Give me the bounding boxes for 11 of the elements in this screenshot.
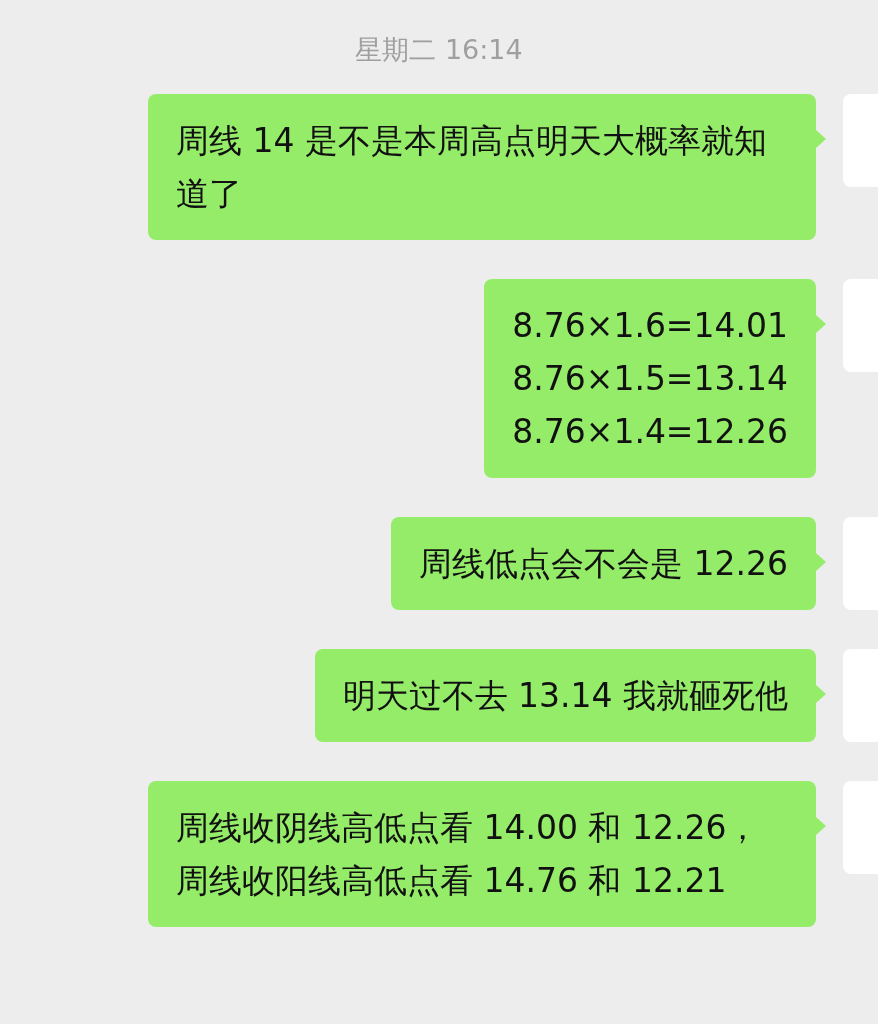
bubble-tail — [816, 130, 826, 148]
message-timestamp: 星期二 16:14 — [355, 33, 523, 67]
chat-bubble: 明天过不去 13.14 我就砸死他 — [314, 649, 816, 742]
bubble-tail — [816, 315, 826, 333]
chat-bubble: 周线 14 是不是本周高点明天大概率就知道了 — [148, 94, 816, 240]
bubble-tail — [816, 817, 826, 835]
bubble-tail — [816, 553, 826, 571]
chat-bubble: 周线收阴线高低点看 14.00 和 12.26，周线收阳线高低点看 14.76 和 12.21 — [148, 781, 816, 927]
bubble-tail — [816, 685, 826, 703]
chat-bubble: 8.76×1.6=14.01 8.76×1.5=13.14 8.76×1.4=12.26 — [484, 279, 816, 478]
chat-bubble: 周线低点会不会是 12.26 — [391, 517, 816, 610]
